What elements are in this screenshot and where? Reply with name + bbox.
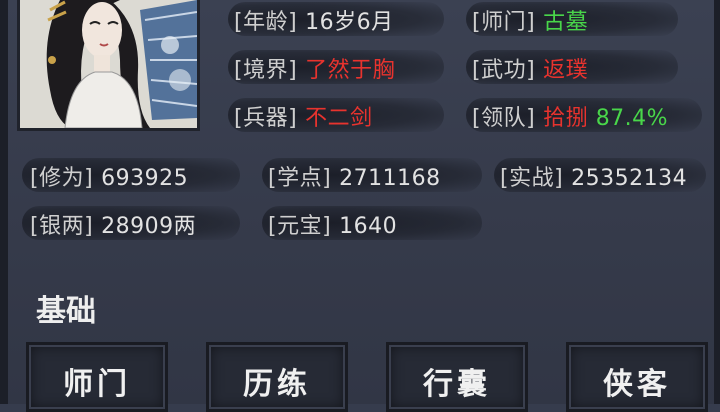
learn-points-value: 2711168 [339,166,441,191]
sect-value: 古墓 [543,10,589,35]
sect-stat: [师门] 古墓 [472,4,588,36]
ingot-value: 1640 [339,214,398,239]
ingot-label: [元宝] [268,214,332,239]
learn-points-stat: [学点] 2711168 [268,160,441,192]
skill-value: 返璞 [543,58,589,83]
skill-stat: [武功] 返璞 [472,52,588,84]
weapon-label: [兵器] [234,106,298,131]
weapon-stat: [兵器] 不二剑 [234,100,373,132]
right-border [714,0,720,404]
sect-button[interactable]: 师门 [26,342,168,412]
portrait-image [20,0,197,128]
lead-percent: 87.4% [595,106,669,131]
left-border [0,0,8,404]
silver-label: [银两] [30,214,94,239]
combat-label: [实战] [500,166,564,191]
age-stat: [年龄] 16岁6月 [234,4,394,36]
cultivation-value: 693925 [101,166,189,191]
weapon-value: 不二剑 [305,106,373,131]
heroes-button[interactable]: 侠客 [566,342,708,412]
section-title: 基础 [36,294,96,329]
silver-stat: [银两] 28909两 [30,208,196,240]
cultivation-label: [修为] [30,166,94,191]
combat-value: 25352134 [571,166,688,191]
sect-label: [师门] [472,10,536,35]
realm-value: 了然于胸 [305,58,396,83]
inventory-button[interactable]: 行囊 [386,342,528,412]
lead-stat: [领队] 拾捌 87.4% [472,100,668,132]
age-label: [年龄] [234,10,298,35]
combat-stat: [实战] 25352134 [500,160,687,192]
age-value: 16岁6月 [305,10,394,35]
lead-label: [领队] [472,106,536,131]
realm-label: [境界] [234,58,298,83]
lead-value: 拾捌 [543,106,589,131]
learn-points-label: [学点] [268,166,332,191]
silver-value: 28909两 [101,214,197,239]
training-button[interactable]: 历练 [206,342,348,412]
skill-label: [武功] [472,58,536,83]
character-portrait[interactable] [17,0,200,131]
cultivation-stat: [修为] 693925 [30,160,188,192]
ingot-stat: [元宝] 1640 [268,208,397,240]
realm-stat: [境界] 了然于胸 [234,52,395,84]
